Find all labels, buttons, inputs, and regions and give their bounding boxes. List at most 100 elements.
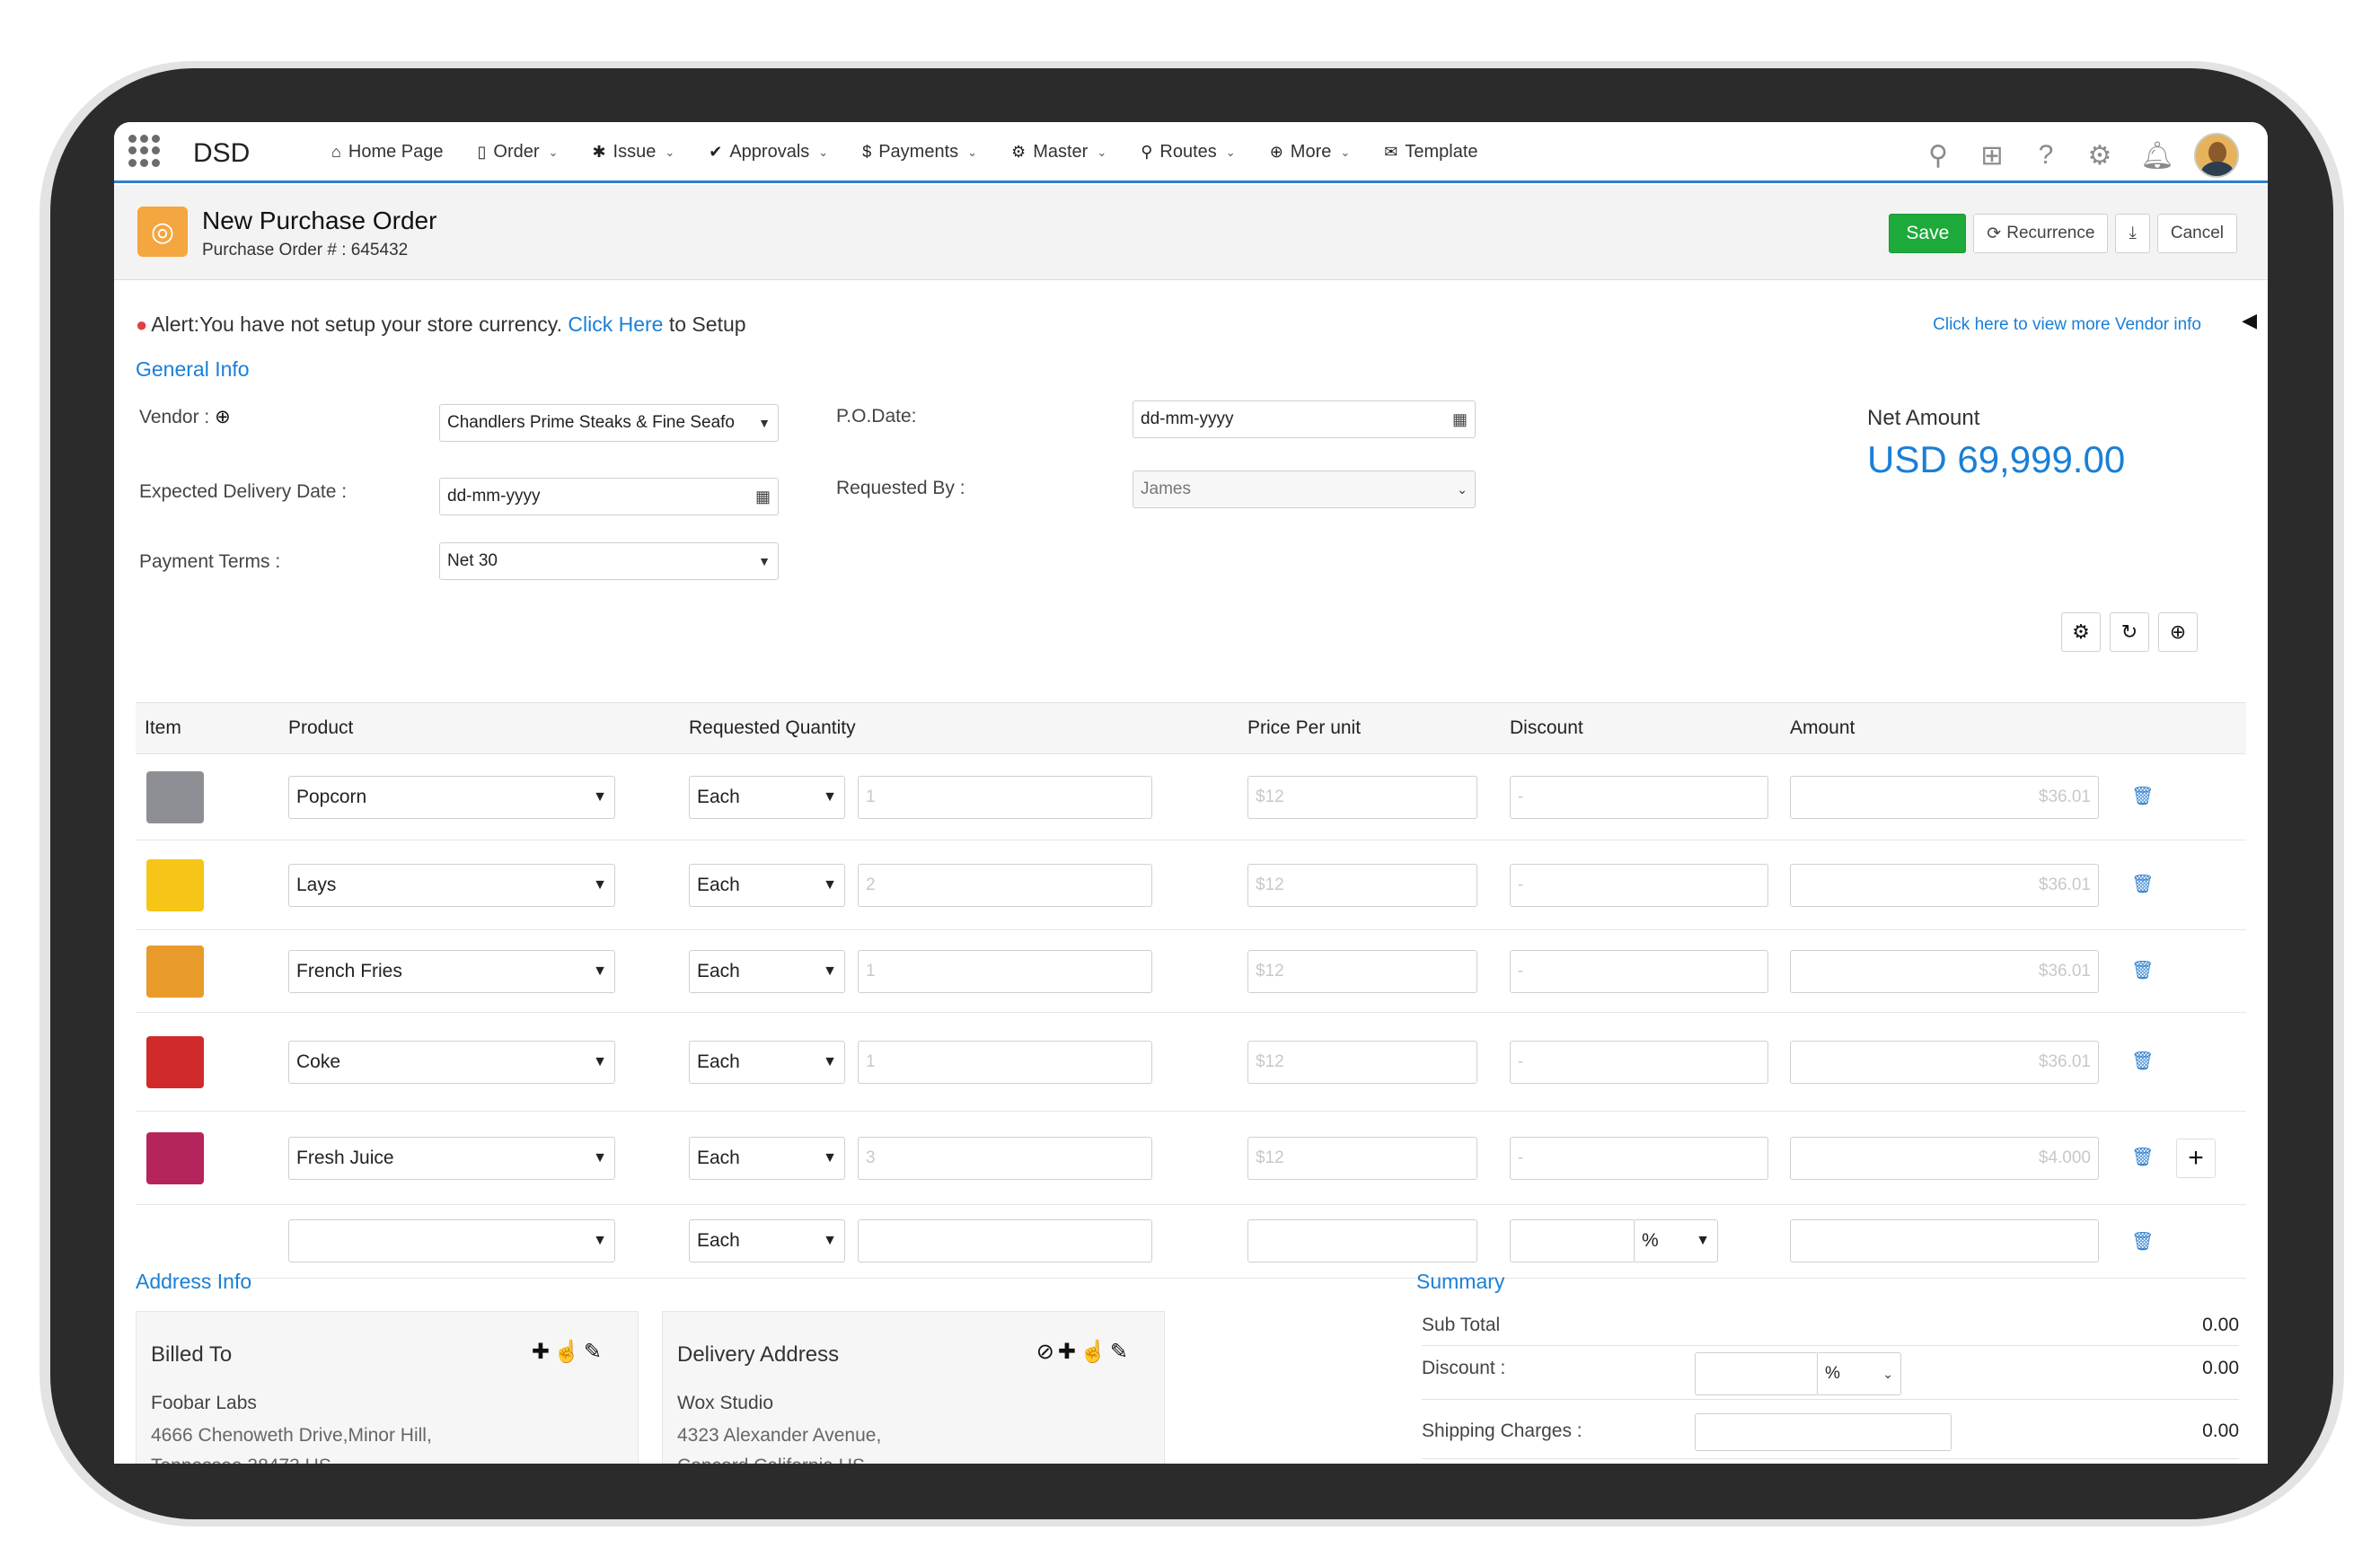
trash-icon[interactable]: 🗑︎ [2131, 1230, 2154, 1253]
help-icon[interactable]: ? [2032, 140, 2059, 171]
amount-input[interactable]: $36.01 [1790, 1041, 2099, 1084]
trash-icon[interactable]: 🗑︎ [2131, 873, 2154, 895]
page-title: New Purchase Order [202, 207, 437, 234]
shipping-charges-input[interactable] [1695, 1413, 1952, 1451]
chevron-down-icon: ⌄ [1097, 145, 1107, 159]
product-select[interactable]: Lays ▼ [288, 864, 615, 907]
quantity-input[interactable]: 3 [858, 1137, 1152, 1180]
save-button[interactable]: Save [1889, 214, 1967, 253]
add-row-plus-icon[interactable]: ⊕ [2158, 612, 2198, 652]
nav-item-order[interactable]: ▯ Order ⌄ [478, 142, 559, 163]
nav-item-approvals[interactable]: ✔ Approvals ⌄ [709, 142, 828, 163]
plus-circle-icon: ⊕ [1269, 143, 1283, 161]
trash-icon[interactable]: 🗑︎ [2131, 959, 2154, 981]
trash-icon[interactable]: 🗑︎ [2131, 785, 2154, 807]
quantity-input[interactable]: 2 [858, 864, 1152, 907]
product-select[interactable]: Fresh Juice ▼ [288, 1137, 615, 1180]
trash-icon[interactable]: 🗑︎ [2131, 1050, 2154, 1072]
user-avatar[interactable] [2194, 133, 2239, 178]
bell-icon[interactable]: 🔔︎ [2140, 140, 2174, 172]
discount-input[interactable]: - [1510, 864, 1768, 907]
download-button[interactable]: ⤓ [2115, 214, 2150, 253]
amount-input[interactable]: $36.01 [1790, 950, 2099, 993]
hand-pointer-icon[interactable]: ☝ [553, 1340, 584, 1364]
unit-select[interactable]: Each ▼ [689, 1137, 845, 1180]
nav-item-issue[interactable]: ✱ Issue ⌄ [592, 142, 674, 163]
setup-currency-link[interactable]: Click Here [568, 312, 663, 336]
settings-gear-icon[interactable]: ⚙ [2086, 140, 2113, 172]
amount-input[interactable] [1790, 1219, 2099, 1262]
amount-input[interactable]: $36.01 [1790, 776, 2099, 819]
price-input[interactable]: $12 [1247, 1041, 1477, 1084]
discount-input[interactable]: - [1510, 776, 1768, 819]
price-input[interactable] [1247, 1219, 1477, 1262]
discount-input[interactable]: - [1510, 1041, 1768, 1084]
table-row: Coke ▼ Each ▼ 1 $12 - $36.01 🗑︎ [136, 1013, 2246, 1112]
product-select[interactable]: Popcorn ▼ [288, 776, 615, 819]
discount-unit-select[interactable]: % ▼ [1634, 1219, 1718, 1262]
nav-item-routes[interactable]: ⚲ Routes ⌄ [1141, 142, 1235, 163]
vendor-info-link[interactable]: Click here to view more Vendor info [1933, 315, 2201, 335]
summary-discount-unit-select[interactable]: % ⌄ [1817, 1352, 1901, 1395]
hand-pointer-icon[interactable]: ☝ [1080, 1340, 1110, 1364]
unit-select[interactable]: Each ▼ [689, 950, 845, 993]
table-settings-gear-icon[interactable]: ⚙ [2061, 612, 2101, 652]
quantity-input[interactable]: 1 [858, 1041, 1152, 1084]
app-grid-icon[interactable] [128, 135, 161, 167]
nav-item-master[interactable]: ⚙ Master ⌄ [1011, 142, 1106, 163]
vendor-label: Vendor : ⊕ [139, 406, 231, 428]
nav-item-label: Routes [1159, 142, 1217, 162]
add-vendor-icon[interactable]: ⊕ [215, 407, 231, 427]
price-input[interactable]: $12 [1247, 1137, 1477, 1180]
search-icon[interactable]: ⚲ [1925, 140, 1952, 172]
unit-select[interactable]: Each ▼ [689, 1219, 845, 1262]
product-select[interactable]: ▼ [288, 1219, 615, 1262]
product-select[interactable]: French Fries ▼ [288, 950, 615, 993]
brand-name[interactable]: DSD [193, 138, 250, 169]
column-header-discount: Discount [1510, 717, 1583, 738]
general-info-title: General Info [136, 357, 250, 381]
refresh-icon: ⟳ [1987, 224, 2002, 243]
discount-input[interactable]: - [1510, 950, 1768, 993]
payment-terms-select[interactable]: Net 30 ▼ [439, 542, 779, 580]
vendor-select[interactable]: Chandlers Prime Steaks & Fine Seafo ▼ [439, 404, 779, 442]
cancel-button[interactable]: Cancel [2156, 214, 2237, 253]
column-header-item: Item [145, 717, 181, 738]
unit-select[interactable]: Each ▼ [689, 864, 845, 907]
price-input[interactable]: $12 [1247, 776, 1477, 819]
nav-item-template[interactable]: ✉ Template [1384, 142, 1477, 163]
nav-item-home-page[interactable]: ⌂ Home Page [331, 142, 444, 163]
add-icon[interactable]: ✚ [1058, 1340, 1080, 1364]
add-square-icon[interactable]: ⊞ [1979, 140, 2005, 172]
check-circle-icon[interactable]: ⊘ [1036, 1340, 1058, 1364]
quantity-input[interactable]: 1 [858, 950, 1152, 993]
add-row-plus-icon[interactable]: + [2176, 1139, 2216, 1178]
add-icon[interactable]: ✚ [532, 1340, 553, 1364]
requested-by-select[interactable]: James ⌄ [1133, 471, 1476, 508]
expected-delivery-input[interactable]: dd-mm-yyyy ▦ [439, 478, 779, 515]
collapse-panel-icon[interactable]: ◀ [2242, 309, 2257, 332]
pencil-icon[interactable]: ✎ [1110, 1340, 1132, 1364]
amount-input[interactable]: $36.01 [1790, 864, 2099, 907]
nav-item-payments[interactable]: $ Payments ⌄ [862, 142, 977, 163]
pencil-icon[interactable]: ✎ [584, 1340, 605, 1364]
refresh-icon[interactable]: ↻ [2110, 612, 2149, 652]
unit-select[interactable]: Each ▼ [689, 776, 845, 819]
calendar-icon[interactable]: ▦ [755, 488, 771, 506]
trash-icon[interactable]: 🗑︎ [2131, 1146, 2154, 1168]
price-input[interactable]: $12 [1247, 950, 1477, 993]
unit-select[interactable]: Each ▼ [689, 1041, 845, 1084]
dollar-icon: $ [862, 143, 872, 161]
product-select[interactable]: Coke ▼ [288, 1041, 615, 1084]
price-input[interactable]: $12 [1247, 864, 1477, 907]
quantity-input[interactable] [858, 1219, 1152, 1262]
amount-input[interactable]: $4.000 [1790, 1137, 2099, 1180]
nav-item-more[interactable]: ⊕ More ⌄ [1270, 142, 1351, 163]
quantity-input[interactable]: 1 [858, 776, 1152, 819]
summary-discount-input[interactable] [1695, 1352, 1819, 1395]
calendar-icon[interactable]: ▦ [1452, 410, 1468, 429]
recurrence-button[interactable]: ⟳ Recurrence [1973, 214, 2109, 253]
po-date-input[interactable]: dd-mm-yyyy ▦ [1133, 400, 1476, 438]
discount-input[interactable]: - [1510, 1137, 1768, 1180]
discount-input[interactable] [1510, 1219, 1635, 1262]
